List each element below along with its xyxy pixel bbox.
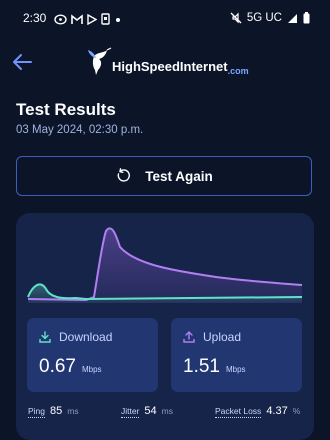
jitter-unit: ms — [161, 406, 174, 416]
play-store-icon — [87, 13, 97, 25]
packet-loss-value: 4.37 — [266, 405, 288, 417]
upload-value: 1.51 — [183, 356, 220, 377]
packet-loss-label[interactable]: Packet Loss — [215, 406, 262, 418]
test-again-button[interactable]: Test Again — [16, 156, 312, 196]
speed-test-results-screen: 2:30 5G UC HighSpeedInternet .com Test R… — [0, 0, 330, 440]
system-status: 5G UC — [230, 12, 310, 24]
upload-header: Upload — [183, 330, 241, 344]
network-type: 5G UC — [246, 12, 282, 24]
notification-icons — [54, 12, 122, 26]
download-header: Download — [39, 330, 112, 344]
ping-unit: ms — [67, 406, 79, 416]
page-title: Test Results — [16, 100, 116, 119]
jitter-stat: Jitter 54 ms — [121, 405, 173, 418]
packet-loss-unit: % — [292, 406, 301, 416]
whatsapp-icon — [54, 13, 67, 25]
logo[interactable]: HighSpeedInternet .com — [86, 46, 249, 76]
mute-icon — [230, 12, 242, 24]
ping-label[interactable]: Ping — [28, 406, 46, 418]
dot-icon — [116, 17, 120, 22]
refresh-icon — [117, 168, 131, 182]
battery-icon — [303, 12, 310, 24]
status-bar: 2:30 5G UC — [0, 0, 330, 38]
hummingbird-logo-icon — [88, 47, 112, 75]
speed-chart — [27, 227, 303, 303]
sim-icon — [101, 13, 110, 25]
stats-row: Ping 85 ms Jitter 54 ms Packet Loss 4.37… — [28, 405, 304, 425]
arrow-left-icon — [13, 54, 32, 70]
download-value: 0.67 — [39, 356, 76, 377]
upload-value-row: 1.51 Mbps — [183, 356, 246, 378]
ping-value: 85 — [50, 405, 63, 417]
upload-icon — [183, 331, 195, 343]
test-timestamp: 03 May 2024, 02:30 p.m. — [16, 124, 144, 136]
ping-stat: Ping 85 ms — [28, 405, 79, 418]
back-button[interactable] — [10, 50, 34, 74]
upload-card: Upload 1.51 Mbps — [171, 318, 302, 392]
jitter-value: 54 — [144, 405, 157, 417]
signal-icon — [288, 13, 297, 23]
download-label: Download — [59, 330, 113, 344]
jitter-label[interactable]: Jitter — [121, 406, 140, 418]
download-value-row: 0.67 Mbps — [39, 356, 102, 378]
download-icon — [39, 331, 51, 343]
logo-text: HighSpeedInternet — [112, 59, 228, 74]
upload-area — [28, 228, 302, 303]
logo-suffix: .com — [227, 66, 249, 76]
packet-loss-stat: Packet Loss 4.37 % — [215, 405, 300, 418]
download-unit: Mbps — [81, 365, 102, 374]
status-time: 2:30 — [23, 11, 47, 25]
upload-label: Upload — [203, 330, 242, 344]
upload-unit: Mbps — [225, 365, 246, 374]
results-card: Download 0.67 Mbps Upload 1.51 Mbps Ping… — [16, 213, 314, 440]
gmail-icon — [71, 13, 83, 24]
test-again-label: Test Again — [145, 168, 213, 184]
download-card: Download 0.67 Mbps — [27, 318, 158, 392]
